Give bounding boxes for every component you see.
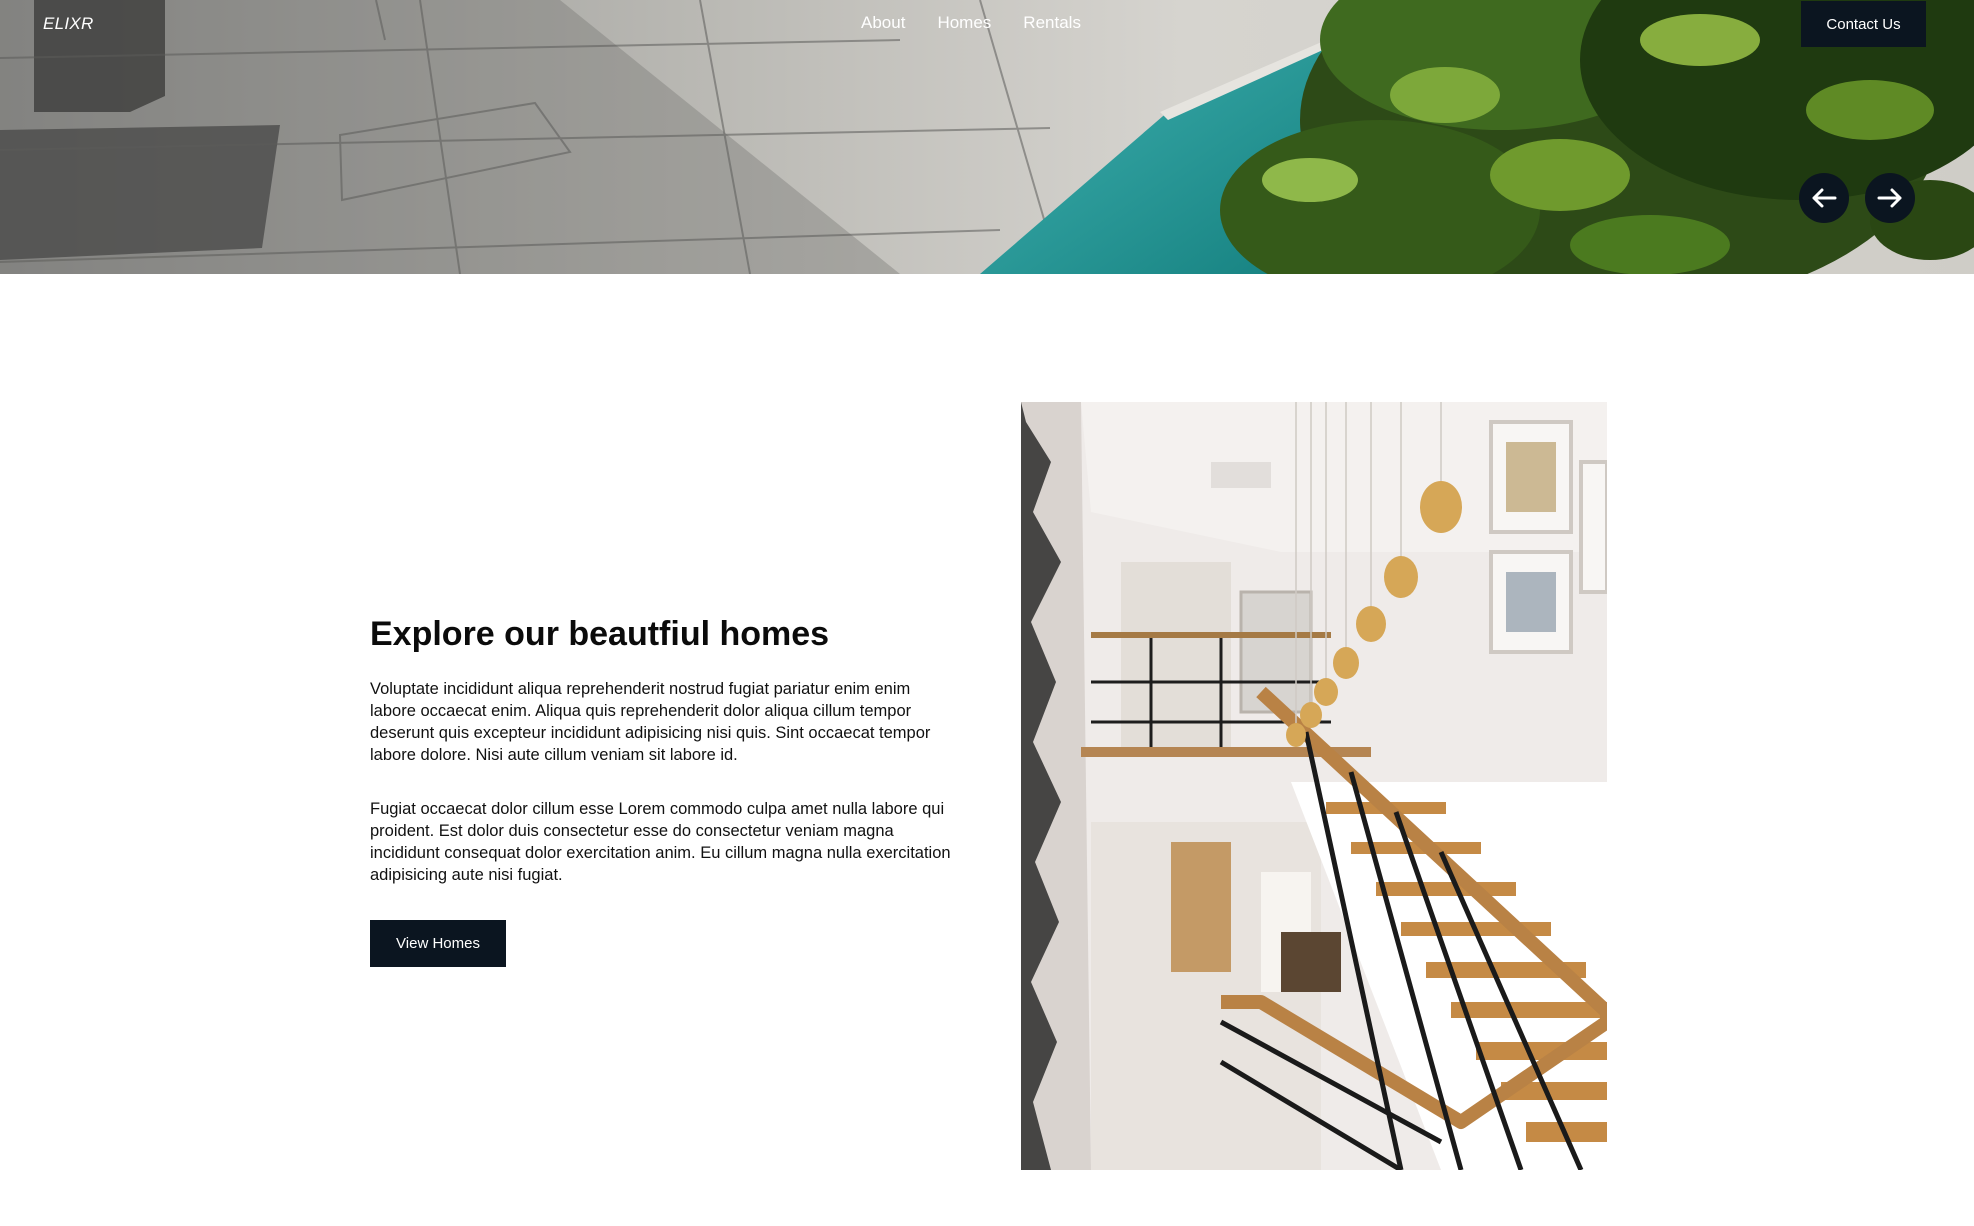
staircase-image [1021,402,1607,1170]
carousel-prev-button[interactable] [1799,173,1849,223]
feature-paragraph: Fugiat occaecat dolor cillum esse Lorem … [370,800,951,884]
hero-banner: ELIXR About Homes Rentals Contact Us [0,0,1974,274]
brand-logo[interactable]: ELIXR [43,14,94,34]
arrow-right-icon [1877,188,1902,208]
feature-title: Explore our beautfiul homes [370,615,830,653]
feature-paragraph: Voluptate incididunt aliqua reprehenderi… [370,680,931,764]
contact-us-button[interactable]: Contact Us [1801,1,1926,47]
nav-links: About Homes Rentals [861,13,1081,33]
feature-copy: Explore our beautfiul homes Voluptate in… [370,612,960,967]
arrow-left-icon [1812,188,1837,208]
carousel-next-button[interactable] [1865,173,1915,223]
nav-link-homes[interactable]: Homes [937,13,991,33]
nav-link-about[interactable]: About [861,13,905,33]
staircase-photo [1021,402,1607,1170]
nav-link-rentals[interactable]: Rentals [1023,13,1081,33]
top-nav: ELIXR About Homes Rentals Contact Us [0,0,1974,48]
view-homes-button[interactable]: View Homes [370,920,506,967]
